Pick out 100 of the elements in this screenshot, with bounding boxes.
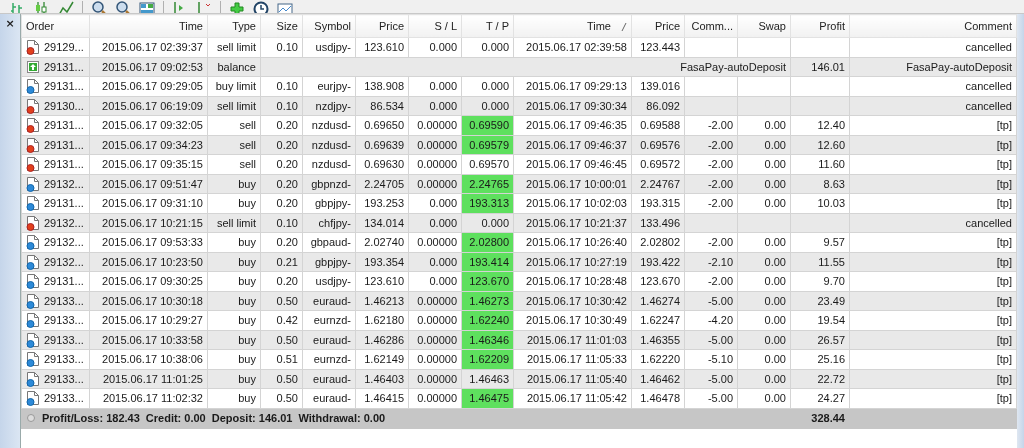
table-cell: 2015.06.17 02:39:37 (89, 37, 208, 57)
table-cell: 0.20 (260, 193, 303, 213)
table-cell: 0.20 (260, 154, 303, 174)
table-cell: 9.70 (790, 271, 850, 291)
table-cell: sell (207, 154, 261, 174)
table-cell: eurnzd- (302, 310, 356, 330)
table-cell: 2015.06.17 10:26:40 (513, 232, 632, 252)
table-cell: 1.46478 (631, 388, 685, 408)
order-number: 29129... (44, 41, 84, 54)
table-cell: 0.00000 (408, 349, 462, 369)
table-cell: 2015.06.17 10:28:48 (513, 271, 632, 291)
table-cell: buy (207, 388, 261, 408)
table-cell: 138.908 (355, 76, 409, 96)
column-header[interactable]: Order (21, 14, 90, 38)
order-number: 29133... (44, 314, 84, 327)
table-cell: sell (207, 115, 261, 135)
column-header[interactable]: Time (89, 14, 208, 38)
table-cell: 2015.06.17 09:53:33 (89, 232, 208, 252)
table-cell: 2015.06.17 10:02:03 (513, 193, 632, 213)
order-number: 29133... (44, 392, 84, 405)
order-number: 29131... (44, 80, 84, 93)
table-cell: [tp] (849, 232, 1017, 252)
table-cell: 123.610 (355, 271, 409, 291)
table-cell: 123.670 (631, 271, 685, 291)
table-cell: 0.00 (737, 271, 791, 291)
table-cell: 0.20 (260, 271, 303, 291)
order-number: 29132... (44, 216, 84, 229)
table-cell: 0.00000 (408, 310, 462, 330)
table-cell: buy (207, 349, 261, 369)
column-header[interactable]: T / P (461, 14, 514, 38)
column-header[interactable]: Swap (737, 14, 791, 38)
table-cell: buy (207, 310, 261, 330)
column-header[interactable]: Comm... (684, 14, 738, 38)
zoom-in-icon[interactable] (91, 1, 107, 13)
table-cell: 2015.06.17 10:29:27 (89, 310, 208, 330)
table-cell: -5.00 (684, 388, 738, 408)
table-cell: 2015.06.17 09:35:15 (89, 154, 208, 174)
order-number: 29131... (44, 119, 84, 132)
column-header[interactable]: S / L (408, 14, 462, 38)
table-cell: -2.00 (684, 154, 738, 174)
table-cell: 1.62149 (355, 349, 409, 369)
order-number: 29133... (44, 353, 84, 366)
order-number: 29132... (44, 177, 84, 190)
table-cell: 2015.06.17 11:05:33 (513, 349, 632, 369)
column-header[interactable]: Price (355, 14, 409, 38)
table-cell: [tp] (849, 193, 1017, 213)
table-cell: 0.00000 (408, 154, 462, 174)
table-cell: -2.00 (684, 193, 738, 213)
table-cell: 0.50 (260, 388, 303, 408)
order-number: 29133... (44, 294, 84, 307)
column-header[interactable]: Profit (790, 14, 850, 38)
column-header[interactable]: Time (513, 14, 632, 38)
table-cell: nzdusd- (302, 154, 356, 174)
order-number: 29131... (44, 275, 84, 288)
table-cell: 0.00 (737, 115, 791, 135)
table-cell: gbpaud- (302, 232, 356, 252)
table-cell: 0.000 (408, 37, 462, 57)
table-cell: 0.000 (461, 76, 514, 96)
table-cell: 2015.06.17 09:31:10 (89, 193, 208, 213)
table-cell: -5.10 (684, 349, 738, 369)
table-cell: 0.10 (260, 76, 303, 96)
table-cell: 10.03 (790, 193, 850, 213)
template-icon[interactable] (277, 1, 293, 13)
column-header[interactable]: Symbol (302, 14, 356, 38)
table-cell: 193.315 (631, 193, 685, 213)
table-cell: buy limit (207, 76, 261, 96)
zoom-out-icon[interactable] (115, 1, 131, 13)
column-header[interactable]: Price (631, 14, 685, 38)
status-icon (26, 413, 36, 423)
table-cell: 19.54 (790, 310, 850, 330)
table-cell: 9.57 (790, 232, 850, 252)
order-number: 29131... (44, 60, 84, 73)
table-cell: 2015.06.17 02:39:58 (513, 37, 632, 57)
summary-text: Withdrawal: 0.00 (298, 412, 386, 424)
column-header[interactable]: Size (260, 14, 303, 38)
table-cell: 0.00 (737, 310, 791, 330)
table-cell: usdjpy- (302, 37, 356, 57)
order-number: 29130... (44, 99, 84, 112)
table-cell: buy (207, 193, 261, 213)
table-cell: 0.69650 (355, 115, 409, 135)
column-header[interactable]: Type (207, 14, 261, 38)
table-cell: 24.27 (790, 388, 850, 408)
table-cell: eurnzd- (302, 349, 356, 369)
add-indicator-icon[interactable] (229, 1, 245, 13)
table-cell: 0.00000 (408, 232, 462, 252)
table-cell: [tp] (849, 388, 1017, 408)
table-cell: 0.69572 (631, 154, 685, 174)
line-chart-icon[interactable] (58, 1, 74, 13)
candle-chart-icon[interactable] (34, 1, 50, 13)
table-cell: 25.16 (790, 349, 850, 369)
table-cell: 11.60 (790, 154, 850, 174)
table-cell: 123.443 (631, 37, 685, 57)
table-cell: 2.02740 (355, 232, 409, 252)
table-cell: cancelled (849, 76, 1017, 96)
column-header[interactable]: Comment (849, 14, 1017, 38)
clock-icon[interactable] (253, 1, 269, 13)
table-cell: 2015.06.17 10:30:49 (513, 310, 632, 330)
table-cell: 2015.06.17 11:05:42 (513, 388, 632, 408)
table-cell: 2015.06.17 10:38:06 (89, 349, 208, 369)
close-button[interactable]: × (5, 18, 15, 30)
